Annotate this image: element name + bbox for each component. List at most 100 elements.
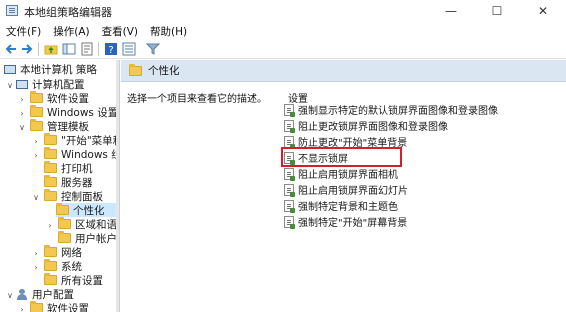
setting-label: 阻止启用锁屏界面相机 (298, 170, 398, 181)
folder-icon (30, 105, 43, 117)
tree-item-user-accounts[interactable]: 用户帐户 (58, 231, 117, 245)
properties-icon[interactable] (122, 42, 136, 56)
description-text: 选择一个项目来查看它的描述。 (127, 94, 267, 105)
tree-root-label: 本地计算机 策略 (20, 63, 97, 76)
tree-item-label: 服务器 (61, 176, 93, 189)
expand-chevron-icon[interactable]: › (32, 263, 40, 272)
details-header: 个性化 (121, 60, 566, 82)
tree-item-personalization[interactable]: 个性化 (56, 203, 118, 217)
setting-row[interactable]: 阻止更改锁屏界面图像和登录图像 (284, 118, 448, 133)
highlight-annotation (281, 147, 402, 167)
gpedit-app-icon (6, 5, 18, 16)
folder-icon (58, 217, 71, 229)
tree-root[interactable]: 本地计算机 策略 (4, 62, 97, 76)
tree-item-label: 系统 (61, 260, 82, 273)
policy-setting-icon (284, 119, 295, 133)
folder-icon (129, 63, 142, 76)
expand-chevron-icon[interactable]: › (32, 151, 40, 160)
collapse-chevron-icon[interactable]: ∨ (18, 123, 26, 132)
computer-icon (16, 79, 28, 89)
tree-item-servers[interactable]: 服务器 (44, 175, 93, 189)
folder-icon (44, 133, 57, 145)
tree-item-user-config[interactable]: 用户配置 (16, 287, 74, 301)
tree-item-system[interactable]: 系统 (44, 259, 82, 273)
folder-icon (44, 161, 57, 173)
expand-chevron-icon[interactable]: › (32, 137, 40, 146)
tree-item-label: Windows 设置 (47, 106, 119, 119)
menu-action[interactable]: 操作(A) (47, 23, 95, 39)
folder-icon (30, 119, 43, 131)
tree-item-admin-templates[interactable]: 管理模板 (30, 119, 89, 133)
policy-setting-icon (284, 183, 295, 197)
policy-setting-icon (284, 199, 295, 213)
tree-item-start-menu[interactable]: "开始"菜单和 (44, 133, 119, 147)
setting-row[interactable]: 阻止启用锁屏界面相机 (284, 166, 398, 181)
export-icon[interactable] (80, 42, 94, 56)
tree-item-network[interactable]: 网络 (44, 245, 82, 259)
toolbar: ? (0, 39, 566, 59)
tree-item-label: 打印机 (61, 162, 93, 175)
policy-root-icon (4, 64, 16, 74)
folder-icon (58, 231, 71, 243)
help-icon[interactable]: ? (104, 42, 118, 56)
menu-file[interactable]: 文件(F) (0, 23, 47, 39)
up-folder-icon[interactable] (44, 42, 58, 56)
tree-item-label: 用户配置 (32, 288, 74, 301)
details-title: 个性化 (148, 65, 180, 77)
maximize-button[interactable]: ☐ (474, 0, 520, 22)
window-title: 本地组策略编辑器 (24, 6, 112, 19)
close-button[interactable]: ✕ (520, 0, 566, 22)
tree-item-label: 控制面板 (61, 190, 103, 203)
back-icon[interactable] (4, 42, 18, 56)
folder-icon (44, 273, 57, 285)
user-icon (16, 288, 28, 300)
tree-item-windows-components[interactable]: Windows 组 (44, 147, 120, 161)
tree-item-label: Windows 组 (61, 148, 120, 161)
collapse-chevron-icon[interactable]: ∨ (6, 291, 14, 300)
policy-setting-icon (284, 215, 295, 229)
tree-item-label: 个性化 (73, 204, 105, 217)
tree-item-printers[interactable]: 打印机 (44, 161, 93, 175)
collapse-chevron-icon[interactable]: ∨ (6, 81, 14, 90)
menu-view[interactable]: 查看(V) (96, 23, 144, 39)
setting-row[interactable]: 阻止启用锁屏界面幻灯片 (284, 182, 408, 197)
setting-label: 阻止更改锁屏界面图像和登录图像 (298, 122, 448, 133)
filter-icon[interactable] (146, 42, 160, 56)
tree-item-control-panel[interactable]: 控制面板 (44, 189, 103, 203)
title-bar: 本地组策略编辑器 — ☐ ✕ (0, 0, 566, 22)
tree-item-regional[interactable]: 区域和语 (58, 217, 117, 231)
expand-chevron-icon[interactable]: › (18, 305, 26, 312)
expand-chevron-icon[interactable]: › (18, 95, 26, 104)
expand-chevron-icon[interactable]: › (32, 249, 40, 258)
folder-icon (44, 189, 57, 201)
folder-icon (30, 301, 43, 312)
tree-item-label: 所有设置 (61, 274, 103, 287)
tree-item-label: 管理模板 (47, 120, 89, 133)
tree-item-label: 网络 (61, 246, 82, 259)
tree-item-software-settings[interactable]: 软件设置 (30, 91, 89, 105)
policy-setting-icon (284, 135, 295, 149)
folder-icon (56, 203, 69, 215)
tree-item-windows-settings[interactable]: Windows 设置 (30, 105, 118, 119)
show-hide-tree-icon[interactable] (62, 42, 76, 56)
folder-icon (30, 91, 43, 103)
setting-label: 强制特定背景和主题色 (298, 202, 398, 213)
expand-chevron-icon[interactable]: › (46, 221, 54, 230)
folder-icon (44, 245, 57, 257)
details-panel: 个性化 选择一个项目来查看它的描述。 设置 强制显示特定的默认锁屏界面图像和登录… (121, 60, 566, 312)
collapse-chevron-icon[interactable]: ∨ (32, 193, 40, 202)
folder-icon (44, 147, 57, 159)
setting-row[interactable]: 强制特定"开始"屏幕背景 (284, 214, 407, 229)
tree-item-all-settings[interactable]: 所有设置 (44, 273, 103, 287)
menu-help[interactable]: 帮助(H) (144, 23, 193, 39)
tree-item-label: 用户帐户 (75, 232, 117, 245)
toolbar-separator (98, 42, 99, 56)
forward-icon[interactable] (20, 42, 34, 56)
minimize-button[interactable]: — (428, 0, 474, 22)
setting-row[interactable]: 强制显示特定的默认锁屏界面图像和登录图像 (284, 102, 498, 117)
setting-row[interactable]: 强制特定背景和主题色 (284, 198, 398, 213)
tree-item-user-software-settings[interactable]: 软件设置 (30, 301, 89, 312)
tree-scrollbar[interactable] (116, 60, 119, 312)
expand-chevron-icon[interactable]: › (18, 109, 26, 118)
tree-item-computer-config[interactable]: 计算机配置 (16, 77, 85, 91)
